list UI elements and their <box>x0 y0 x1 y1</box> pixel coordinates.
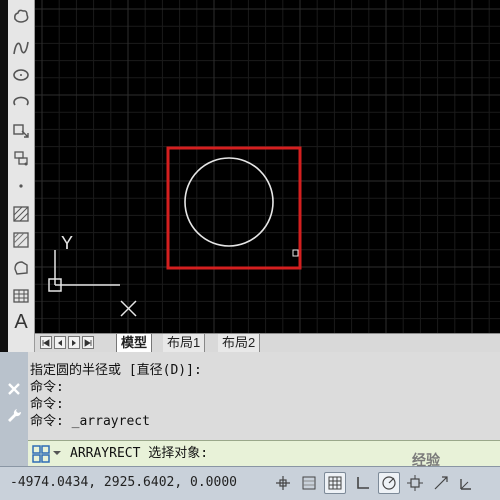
status-bar: -4974.0434, 2925.6402, 0.0000 <box>0 466 500 500</box>
polar-tracking-icon[interactable] <box>378 472 400 494</box>
object-snap-icon[interactable] <box>404 472 426 494</box>
command-history-line: 指定圆的半径或 [直径(D)]: <box>30 363 202 378</box>
command-history-line: 命令: _arrayrect <box>30 414 150 429</box>
ellipse-arc-icon[interactable] <box>10 92 32 112</box>
window-edge <box>0 0 8 352</box>
grid-display-icon[interactable] <box>324 472 346 494</box>
chevron-down-icon[interactable] <box>52 448 62 458</box>
draw-toolbar: A <box>8 0 35 352</box>
coordinate-readout: -4974.0434, 2925.6402, 0.0000 <box>10 475 237 490</box>
insert-block-icon[interactable] <box>10 120 32 140</box>
wrench-icon[interactable] <box>5 406 23 424</box>
command-grid-icon[interactable] <box>32 445 50 463</box>
next-tab-button[interactable] <box>68 336 80 349</box>
multiline-text-icon[interactable]: A <box>10 312 32 332</box>
canvas-background <box>35 0 500 333</box>
drawing-canvas[interactable]: Y <box>35 0 500 333</box>
revcloud-icon[interactable] <box>10 6 32 26</box>
table-icon[interactable] <box>10 286 32 306</box>
autocad-window: A Y 模型 布局1 布局2 指定圆的半径或 [直径(D)]: 命令: 命令: … <box>0 0 500 500</box>
point-icon[interactable] <box>10 176 32 196</box>
command-window-handle <box>0 352 28 466</box>
make-block-icon[interactable] <box>10 148 32 168</box>
tab-layout1[interactable]: 布局1 <box>163 334 206 352</box>
last-tab-button[interactable] <box>82 336 94 349</box>
canvas-graphics <box>35 0 500 333</box>
tab-model[interactable]: 模型 <box>116 334 153 352</box>
gradient-icon[interactable] <box>10 230 32 250</box>
snap-mode-icon[interactable] <box>298 472 320 494</box>
layout-tab-bar: 模型 布局1 布局2 <box>35 333 500 352</box>
infer-constraints-icon[interactable] <box>272 472 294 494</box>
region-icon[interactable] <box>10 258 32 278</box>
command-window: 指定圆的半径或 [直径(D)]: 命令: 命令: 命令: _arrayrect … <box>0 352 500 466</box>
ellipse-icon[interactable] <box>10 64 32 84</box>
tab-layout2[interactable]: 布局2 <box>218 334 261 352</box>
watermark: 经验 <box>412 452 440 468</box>
command-history: 指定圆的半径或 [直径(D)]: 命令: 命令: 命令: _arrayrect <box>30 362 490 430</box>
previous-tab-button[interactable] <box>54 336 66 349</box>
hatch-icon[interactable] <box>10 204 32 224</box>
ortho-mode-icon[interactable] <box>352 472 374 494</box>
close-icon[interactable] <box>5 380 23 398</box>
command-history-line: 命令: <box>30 397 64 412</box>
object-snap-tracking-icon[interactable] <box>430 472 452 494</box>
spline-icon[interactable] <box>10 38 32 58</box>
dynamic-ucs-icon[interactable] <box>456 472 478 494</box>
first-tab-button[interactable] <box>40 336 52 349</box>
ucs-y-label: Y <box>61 233 74 253</box>
command-prompt[interactable]: ARRAYRECT 选择对象: <box>70 444 208 464</box>
command-history-line: 命令: <box>30 380 64 395</box>
